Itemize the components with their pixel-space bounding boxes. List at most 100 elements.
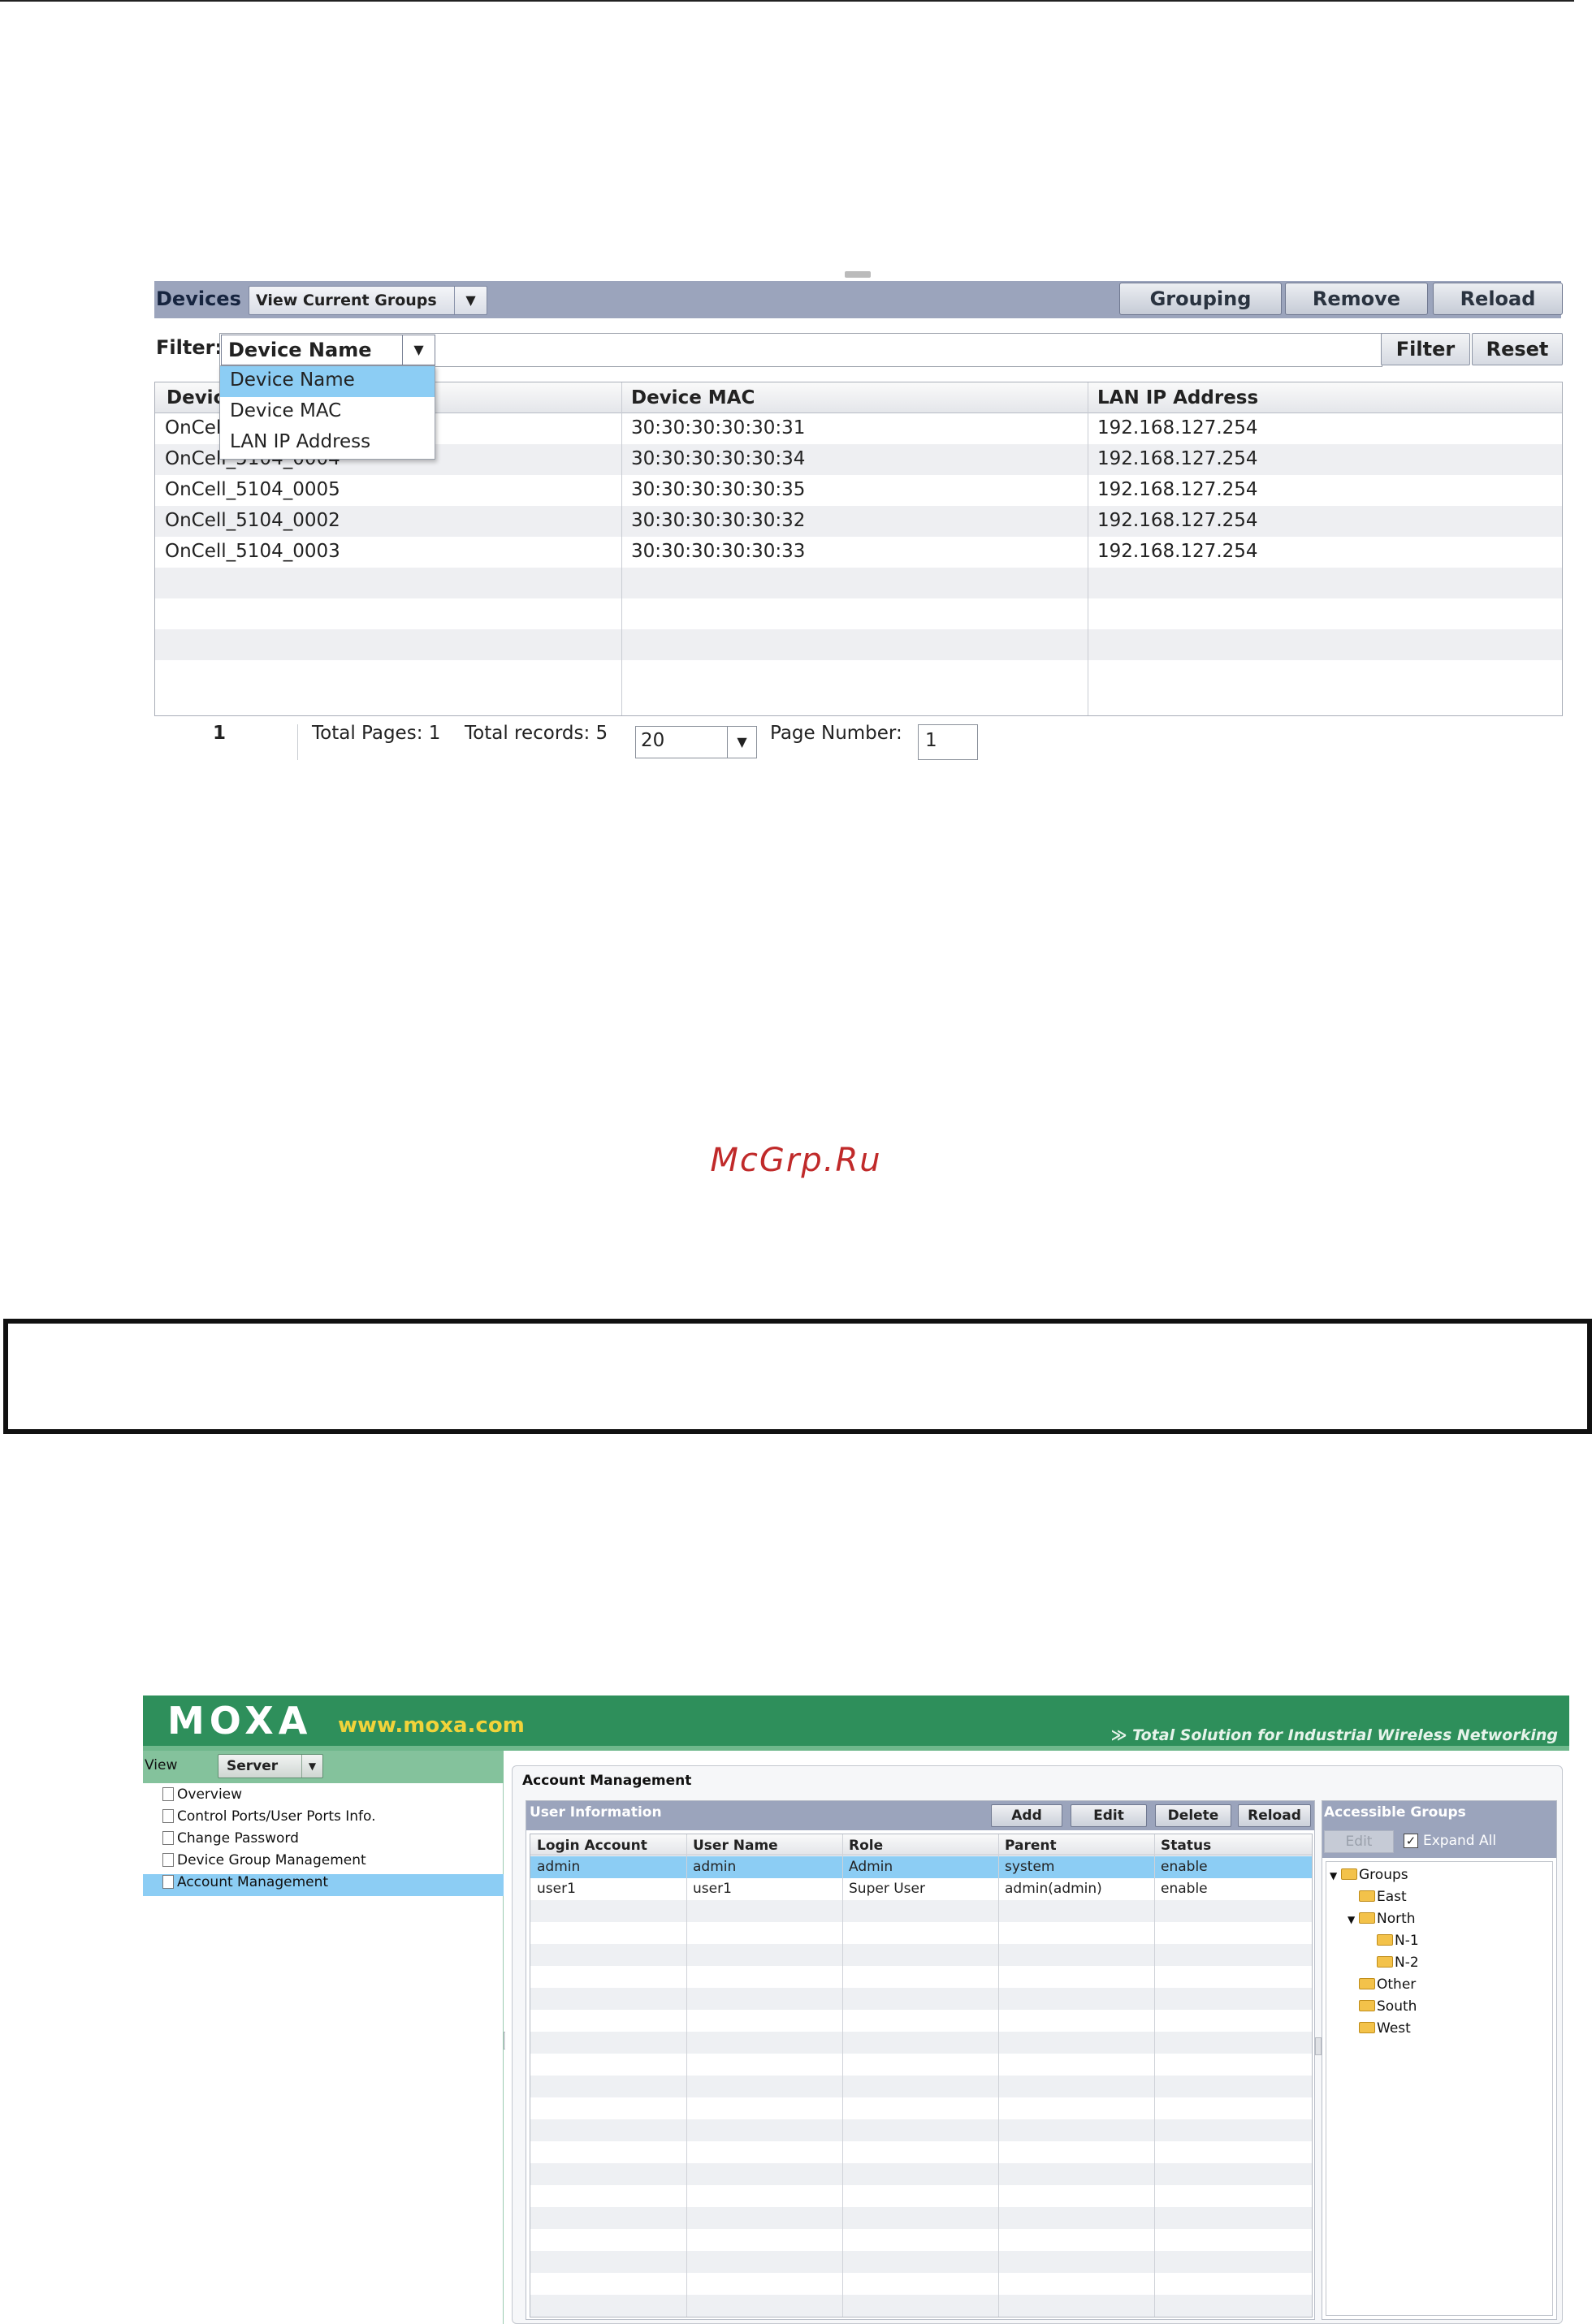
- chevron-down-icon: ▼: [454, 287, 487, 314]
- cell-device-name: OnCell_5104_0003: [165, 541, 340, 562]
- cell-device-mac: 30:30:30:30:30:31: [631, 417, 806, 438]
- cell-login-account: user1: [537, 1881, 576, 1897]
- tree-node-west[interactable]: West: [1359, 2020, 1411, 2037]
- expand-arrow-icon[interactable]: ▼: [1348, 1914, 1359, 1925]
- panel-splitter[interactable]: [1315, 2037, 1322, 2055]
- dropdown-option-device-mac[interactable]: Device MAC: [220, 397, 435, 428]
- view-bar: View Server ▼: [143, 1751, 504, 1783]
- tree-node-n-2[interactable]: N-2: [1377, 1955, 1419, 1971]
- page-size-select[interactable]: 20 ▼: [635, 726, 757, 758]
- table-row[interactable]: OnCell_5104_0003 30:30:30:30:30:33 192.1…: [155, 537, 1562, 568]
- column-divider[interactable]: [998, 1834, 999, 2317]
- page-top-rule: [0, 0, 1574, 2]
- tree-node-groups[interactable]: ▼ Groups: [1330, 1867, 1408, 1883]
- watermark: McGrp.Ru: [710, 1142, 882, 1179]
- nav-item-label: Device Group Management: [177, 1852, 366, 1868]
- nav-item-overview[interactable]: Overview: [143, 1786, 504, 1808]
- total-pages: Total Pages: 1: [312, 723, 441, 744]
- column-divider[interactable]: [621, 382, 622, 715]
- page-title: Account Management: [522, 1773, 692, 1789]
- group-view-select[interactable]: View Current Groups ▼: [249, 286, 487, 315]
- edit-groups-button[interactable]: Edit: [1324, 1830, 1394, 1853]
- nav-item-control-ports[interactable]: Control Ports/User Ports Info.: [143, 1808, 504, 1830]
- empty-row: [530, 1988, 1312, 2010]
- resize-grip[interactable]: [845, 271, 871, 278]
- pager-current-page[interactable]: 1: [213, 723, 226, 744]
- empty-row: [530, 2097, 1312, 2119]
- table-row[interactable]: admin admin Admin system enable: [530, 1856, 1312, 1878]
- dropdown-option-device-name[interactable]: Device Name: [220, 366, 435, 397]
- cell-device-mac: 30:30:30:30:30:32: [631, 510, 806, 531]
- empty-row: [530, 1966, 1312, 1988]
- cell-lan-ip: 192.168.127.254: [1097, 417, 1258, 438]
- reload-button[interactable]: Reload: [1433, 283, 1563, 315]
- delete-user-button[interactable]: Delete: [1155, 1804, 1231, 1827]
- user-table: Login Account User Name Role Parent Stat…: [530, 1834, 1313, 2318]
- moxa-window: MOXA www.moxa.com ≫ Total Solution for I…: [143, 1695, 1569, 2324]
- page-number-input[interactable]: 1: [918, 724, 978, 760]
- table-row[interactable]: OnCell_5104_0005 30:30:30:30:30:35 192.1…: [155, 475, 1562, 506]
- expand-all-label: Expand All: [1423, 1833, 1497, 1849]
- reload-users-button[interactable]: Reload: [1238, 1804, 1311, 1827]
- tree-node-label: N-1: [1395, 1933, 1419, 1949]
- checkmark-icon: ✓: [1405, 1834, 1417, 1848]
- tree-node-n-1[interactable]: N-1: [1377, 1933, 1419, 1949]
- cell-user-name: user1: [693, 1881, 732, 1897]
- view-select[interactable]: Server ▼: [218, 1754, 323, 1778]
- nav-item-change-password[interactable]: Change Password: [143, 1830, 504, 1852]
- cell-role: Admin: [849, 1859, 893, 1875]
- column-divider[interactable]: [686, 1834, 687, 2317]
- accessible-groups-panel: Accessible Groups Edit ✓ Expand All ▼ Gro…: [1322, 1800, 1557, 2320]
- page-icon: [162, 1831, 174, 1845]
- column-header-device-mac[interactable]: Device MAC: [631, 387, 755, 408]
- remove-button[interactable]: Remove: [1285, 283, 1428, 315]
- column-header-status[interactable]: Status: [1161, 1838, 1211, 1854]
- total-records: Total records: 5: [465, 723, 608, 744]
- empty-row: [155, 629, 1562, 660]
- page-icon: [162, 1809, 174, 1823]
- expand-all-checkbox[interactable]: ✓: [1404, 1834, 1418, 1848]
- reset-button[interactable]: Reset: [1472, 333, 1563, 365]
- cell-lan-ip: 192.168.127.254: [1097, 479, 1258, 500]
- tree-node-east[interactable]: East: [1359, 1889, 1407, 1905]
- expand-arrow-icon[interactable]: ▼: [1330, 1870, 1341, 1881]
- dropdown-option-lan-ip[interactable]: LAN IP Address: [220, 428, 435, 459]
- column-header-parent[interactable]: Parent: [1005, 1838, 1057, 1854]
- column-divider[interactable]: [1154, 1834, 1155, 2317]
- empty-row: [155, 660, 1562, 691]
- page-icon: [162, 1853, 174, 1867]
- chevron-down-icon: ▼: [301, 1755, 322, 1778]
- accessible-groups-header: Accessible Groups Edit ✓ Expand All: [1322, 1801, 1556, 1858]
- nav-item-account-management[interactable]: Account Management: [143, 1874, 504, 1896]
- column-header-lan-ip[interactable]: LAN IP Address: [1097, 387, 1258, 408]
- column-header-role[interactable]: Role: [849, 1838, 883, 1854]
- edit-user-button[interactable]: Edit: [1071, 1804, 1147, 1827]
- add-user-button[interactable]: Add: [991, 1804, 1062, 1827]
- cell-status: enable: [1161, 1881, 1208, 1897]
- filter-button[interactable]: Filter: [1381, 333, 1470, 365]
- filter-field-value: Device Name: [228, 339, 372, 361]
- tree-node-south[interactable]: South: [1359, 1998, 1417, 2015]
- page-number-label: Page Number:: [770, 723, 902, 744]
- cell-device-mac: 30:30:30:30:30:33: [631, 541, 806, 562]
- column-header-user-name[interactable]: User Name: [693, 1838, 778, 1854]
- filter-field-select[interactable]: Device Name ▼: [221, 335, 435, 365]
- cell-device-mac: 30:30:30:30:30:34: [631, 448, 806, 469]
- user-information-header: User Information Add Edit Delete Reload: [526, 1801, 1314, 1830]
- view-label: View: [145, 1757, 178, 1773]
- table-row[interactable]: user1 user1 Super User admin(admin) enab…: [530, 1878, 1312, 1900]
- user-information-title: User Information: [530, 1804, 662, 1821]
- nav-item-label: Change Password: [177, 1830, 299, 1847]
- cell-parent: admin(admin): [1005, 1881, 1102, 1897]
- column-divider[interactable]: [842, 1834, 843, 2317]
- tree-node-other[interactable]: Other: [1359, 1976, 1416, 1993]
- grouping-button[interactable]: Grouping: [1119, 283, 1282, 315]
- nav-item-device-group-management[interactable]: Device Group Management: [143, 1852, 504, 1874]
- table-row[interactable]: OnCell_5104_0002 30:30:30:30:30:32 192.1…: [155, 506, 1562, 537]
- column-header-login-account[interactable]: Login Account: [537, 1838, 647, 1854]
- empty-row: [530, 2076, 1312, 2097]
- column-header-device-name[interactable]: Devic: [167, 387, 224, 408]
- tree-node-label: N-2: [1395, 1955, 1419, 1971]
- tree-node-north[interactable]: ▼ North: [1348, 1911, 1416, 1927]
- groups-tree: ▼ Groups East ▼ North N-1 N-2 Other Sout…: [1326, 1861, 1553, 2316]
